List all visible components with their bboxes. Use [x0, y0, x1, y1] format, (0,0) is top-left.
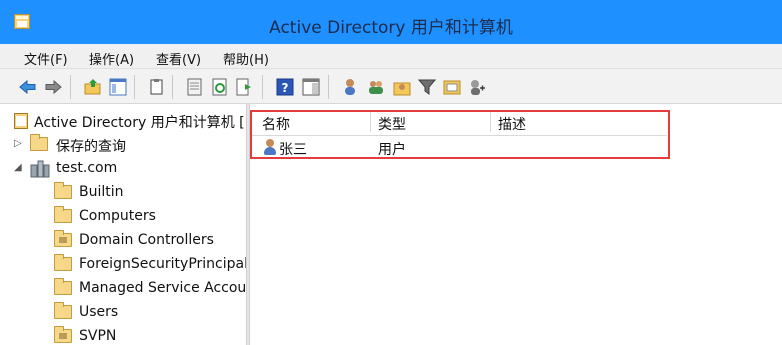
folder-icon	[54, 278, 72, 295]
tree-item-label: Builtin	[79, 184, 124, 200]
toolbar-separator	[70, 75, 71, 99]
refresh-icon[interactable]	[211, 78, 229, 96]
folder-icon	[30, 134, 48, 151]
filter-icon[interactable]	[418, 78, 436, 96]
menu-bar: 文件(F) 操作(A) 查看(V) 帮助(H)	[0, 44, 782, 68]
menu-action[interactable]: 操作(A)	[89, 49, 134, 68]
toolbar: ?	[0, 68, 782, 104]
highlight-box	[250, 110, 670, 159]
svg-text:?: ?	[282, 81, 289, 95]
tree-item-label: Domain Controllers	[79, 232, 214, 248]
tree-root-label: Active Directory 用户和计算机 [	[34, 115, 245, 131]
tree-item-label: test.com	[56, 160, 118, 176]
add-users-icon[interactable]	[367, 78, 385, 96]
domain-icon	[30, 160, 50, 178]
add-ou-icon[interactable]	[443, 78, 461, 96]
tree-item-label: Users	[79, 304, 119, 320]
ou-folder-icon	[54, 230, 72, 247]
menu-view[interactable]: 查看(V)	[156, 49, 201, 68]
toolbar-separator	[328, 75, 329, 99]
list-pane[interactable]: 名称 类型 描述 张三 用户	[250, 104, 782, 345]
toolbar-separator	[134, 75, 135, 99]
folder-icon	[54, 302, 72, 319]
tree-pane[interactable]: Active Directory 用户和计算机 [ ▷ 保存的查询 ◢ test…	[0, 104, 246, 345]
help-icon[interactable]: ?	[276, 78, 294, 96]
tree-item-label: SVPN	[79, 328, 117, 344]
back-arrow-icon[interactable]	[19, 78, 37, 96]
export-list-icon[interactable]	[236, 78, 254, 96]
add-group-icon[interactable]	[393, 78, 411, 96]
collapse-icon[interactable]: ◢	[14, 162, 22, 173]
title-bar: Active Directory 用户和计算机	[0, 0, 782, 44]
folder-icon	[54, 206, 72, 223]
folder-icon	[54, 254, 72, 271]
window-title: Active Directory 用户和计算机	[269, 18, 513, 38]
tree-item-label: Computers	[79, 208, 156, 224]
add-user-icon[interactable]	[342, 78, 360, 96]
show-tree-icon[interactable]	[109, 78, 127, 96]
up-folder-icon[interactable]	[84, 78, 102, 96]
forward-arrow-icon[interactable]	[44, 78, 62, 96]
main-content: Active Directory 用户和计算机 [ ▷ 保存的查询 ◢ test…	[0, 104, 782, 345]
expand-icon[interactable]: ▷	[14, 138, 22, 149]
folder-icon	[54, 182, 72, 199]
menu-help[interactable]: 帮助(H)	[223, 49, 269, 68]
toolbar-separator	[172, 75, 173, 99]
action-pane-icon[interactable]	[302, 78, 320, 96]
copy-icon[interactable]	[148, 78, 166, 96]
toolbar-separator	[262, 75, 263, 99]
add-to-group-icon[interactable]	[468, 78, 486, 96]
tree-item-label: Managed Service Accou	[79, 280, 246, 296]
aduc-root-icon	[14, 113, 28, 129]
ou-folder-icon	[54, 326, 72, 343]
menu-file[interactable]: 文件(F)	[24, 49, 68, 68]
tree-item-label: 保存的查询	[56, 139, 126, 155]
tree-item-label: ForeignSecurityPrincipal	[79, 256, 246, 272]
properties-icon[interactable]	[186, 78, 204, 96]
